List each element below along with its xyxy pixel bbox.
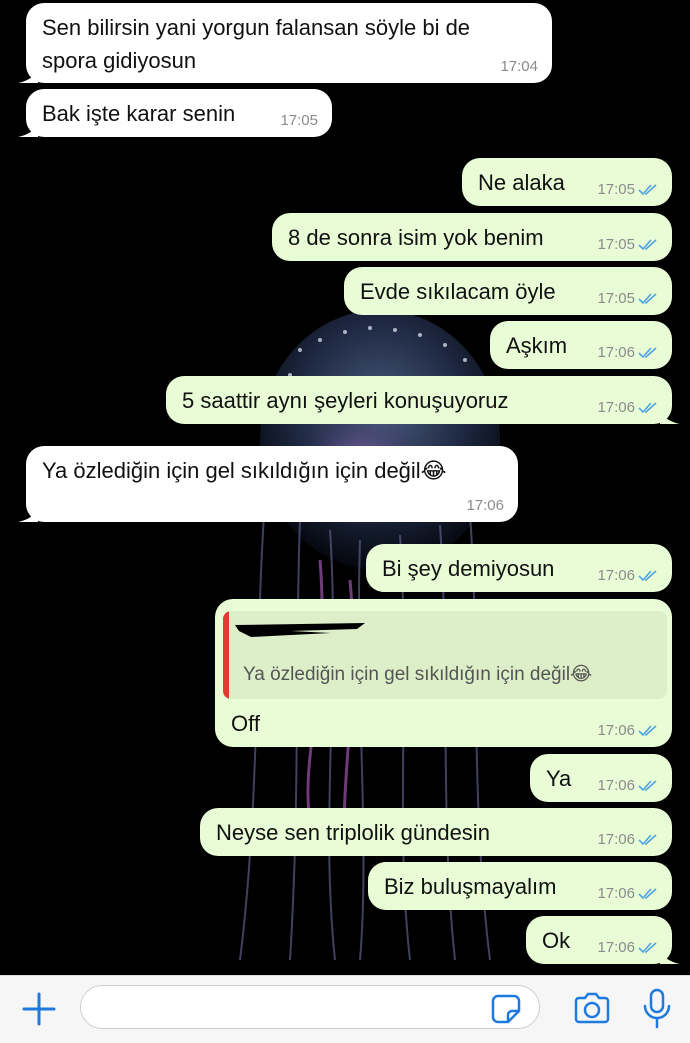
read-receipt-icon: [638, 238, 657, 250]
message-text: Neyse sen triplolik gündesin: [216, 820, 490, 845]
message-time: 17:05: [280, 112, 318, 129]
message-meta: 17:06: [597, 344, 658, 361]
message-time: 17:06: [597, 831, 635, 848]
message-text: Ok: [542, 928, 571, 953]
message-bubble-outgoing[interactable]: Ne alaka 17:05: [462, 158, 672, 206]
message-meta: 17:06: [597, 831, 658, 848]
bubble-tail: [18, 67, 38, 83]
message-time: 17:06: [597, 777, 635, 794]
read-receipt-icon: [638, 724, 657, 736]
message-bubble-outgoing-reply[interactable]: Ya özlediğin için gel sıkıldığın için de…: [215, 599, 672, 747]
message-bubble-outgoing[interactable]: Bi şey demiyosun 17:06: [366, 544, 672, 592]
quoted-message-text: Ya özlediğin için gel sıkıldığın için de…: [243, 664, 593, 685]
message-text: Ya: [546, 766, 572, 791]
message-time: 17:06: [597, 399, 635, 416]
message-bubble-outgoing[interactable]: Evde sıkılacam öyle 17:05: [344, 267, 672, 315]
sticker-icon[interactable]: [490, 993, 522, 1025]
message-meta: 17:06: [597, 939, 658, 956]
message-bubble-outgoing[interactable]: Ya 17:06: [530, 754, 672, 802]
message-bubble-outgoing[interactable]: Biz buluşmayalım 17:06: [368, 862, 672, 910]
message-time: 17:06: [597, 939, 635, 956]
plus-icon[interactable]: [20, 990, 58, 1028]
message-text: Sen bilirsin yani yorgun falansan söyle …: [42, 15, 471, 40]
read-receipt-icon: [638, 346, 657, 358]
read-receipt-icon: [638, 941, 657, 953]
read-receipt-icon: [638, 183, 657, 195]
message-bubble-incoming[interactable]: Ya özlediğin için gel sıkıldığın için de…: [18, 446, 518, 522]
read-receipt-icon: [638, 833, 657, 845]
message-time: 17:06: [597, 885, 635, 902]
message-text: Bak işte karar senin: [42, 101, 236, 126]
message-text: spora gidiyosun: [42, 48, 197, 73]
composer-bar: [0, 975, 690, 1043]
message-meta: 17:05: [597, 236, 658, 253]
message-text: Ya özlediğin için gel sıkıldığın için de…: [42, 458, 447, 483]
message-meta: 17:06: [597, 885, 658, 902]
quoted-message[interactable]: Ya özlediğin için gel sıkıldığın için de…: [223, 611, 667, 699]
message-bubble-outgoing[interactable]: Ok 17:06: [526, 916, 680, 964]
message-time: 17:04: [500, 58, 538, 75]
read-receipt-icon: [638, 569, 657, 581]
message-text: Evde sıkılacam öyle: [360, 279, 556, 304]
message-time: 17:06: [597, 344, 635, 361]
read-receipt-icon: [638, 887, 657, 899]
message-meta: 17:05: [597, 290, 658, 307]
message-time: 17:05: [597, 290, 635, 307]
message-time: 17:06: [466, 497, 504, 514]
message-time: 17:06: [597, 722, 635, 739]
message-input[interactable]: [80, 985, 540, 1029]
message-meta: 17:06: [597, 567, 658, 584]
message-text: Bi şey demiyosun: [382, 556, 555, 581]
message-bubble-outgoing[interactable]: 8 de sonra isim yok benim 17:05: [272, 213, 672, 261]
read-receipt-icon: [638, 779, 657, 791]
message-time: 17:05: [597, 181, 635, 198]
message-time: 17:05: [597, 236, 635, 253]
message-meta: 17:05: [597, 181, 658, 198]
bubble-tail: [18, 506, 38, 522]
message-meta: 17:06: [597, 722, 658, 739]
read-receipt-icon: [638, 401, 657, 413]
message-bubble-incoming[interactable]: Sen bilirsin yani yorgun falansan söyle …: [18, 3, 552, 83]
bubble-tail: [660, 948, 680, 964]
camera-icon[interactable]: [572, 991, 612, 1025]
message-bubble-outgoing[interactable]: Neyse sen triplolik gündesin 17:06: [200, 808, 672, 856]
message-time: 17:06: [597, 567, 635, 584]
message-bubble-incoming[interactable]: Bak işte karar senin 17:05: [18, 89, 332, 137]
redacted-author-scribble: [235, 623, 365, 637]
message-text: Ne alaka: [478, 170, 565, 195]
read-receipt-icon: [638, 292, 657, 304]
message-meta: 17:06: [597, 399, 658, 416]
bubble-tail: [660, 408, 680, 424]
message-text: 5 saattir aynı şeyleri konuşuyoruz: [182, 388, 509, 413]
message-text: 8 de sonra isim yok benim: [288, 225, 544, 250]
message-meta: 17:06: [597, 777, 658, 794]
quote-accent-bar: [223, 611, 229, 699]
message-bubble-outgoing[interactable]: Aşkım 17:06: [490, 321, 672, 369]
message-text: Biz buluşmayalım: [384, 874, 557, 899]
message-text: Off: [231, 711, 260, 736]
message-bubble-outgoing[interactable]: 5 saattir aynı şeyleri konuşuyoruz 17:06: [166, 376, 680, 424]
message-text: Aşkım: [506, 333, 568, 358]
microphone-icon[interactable]: [642, 988, 672, 1030]
bubble-tail: [18, 121, 38, 137]
